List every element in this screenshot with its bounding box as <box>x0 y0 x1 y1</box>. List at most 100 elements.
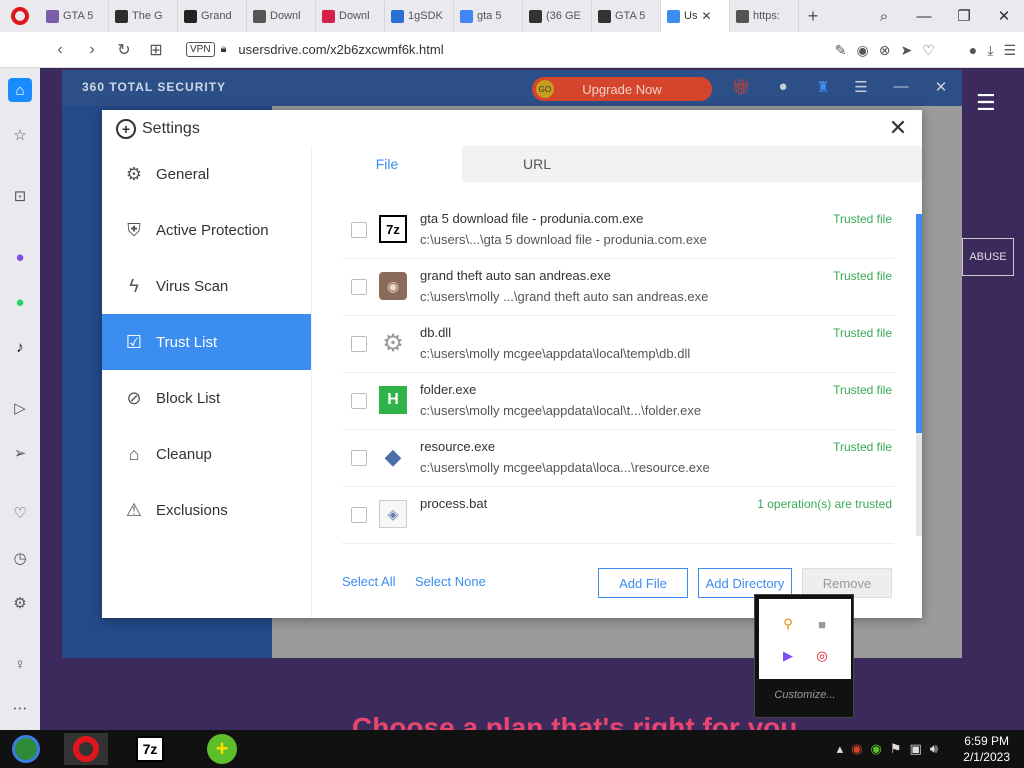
trusted-file-row[interactable]: ◆ resource.exe c:\users\molly mcgee\appdat… <box>342 430 894 487</box>
tab-url[interactable]: URL <box>462 146 612 182</box>
360-tray-icon[interactable]: ◉ <box>871 741 882 757</box>
opera-logo[interactable] <box>0 0 40 32</box>
volume-icon[interactable]: 🔊︎ <box>930 741 938 757</box>
menu-icon[interactable]: ☰ <box>1003 42 1016 59</box>
more-icon[interactable]: ⋯ <box>8 696 32 720</box>
select-all-link[interactable]: Select All <box>342 574 395 589</box>
browser-tab[interactable]: 1gSDK <box>385 0 454 32</box>
row-checkbox[interactable] <box>351 336 367 352</box>
download-icon[interactable]: ⤓ <box>987 42 993 59</box>
browser-tab[interactable]: Us ✕ <box>661 0 730 32</box>
new-tab-button[interactable]: + <box>799 6 827 27</box>
app-tray-icon[interactable]: ◉ <box>851 741 862 757</box>
avatar-icon[interactable]: ● <box>772 78 794 98</box>
row-checkbox[interactable] <box>351 279 367 295</box>
forward-icon[interactable]: › <box>76 32 108 68</box>
customize-link[interactable]: Customize... <box>755 689 855 701</box>
row-checkbox[interactable] <box>351 507 367 523</box>
media-player-icon[interactable]: ▶ <box>779 647 797 665</box>
home-icon[interactable]: ⌂ <box>8 78 32 102</box>
page-menu-icon[interactable]: ☰ <box>976 90 1006 115</box>
list-scrollbar[interactable] <box>916 214 922 536</box>
restore-icon[interactable]: ❐ <box>944 0 984 32</box>
trusted-file-row[interactable]: ⚙ db.dll c:\users\molly mcgee\appdata\loca… <box>342 316 894 373</box>
trusted-file-row[interactable]: ◉ grand theft auto san andreas.exe c:\user… <box>342 259 894 316</box>
tiktok-icon[interactable]: ♪ <box>8 335 32 359</box>
close-icon[interactable]: ✕ <box>984 0 1024 32</box>
speed-dial-icon[interactable]: ⊞ <box>140 32 172 68</box>
abuse-button[interactable]: ABUSE <box>962 238 1014 276</box>
flag-icon[interactable]: ⚑ <box>890 741 902 757</box>
row-checkbox[interactable] <box>351 450 367 466</box>
search-icon[interactable]: ⌕ <box>864 0 904 32</box>
opera-taskbar-button[interactable] <box>64 733 108 765</box>
close-icon[interactable]: ✕ <box>930 78 952 98</box>
row-checkbox[interactable] <box>351 222 367 238</box>
nav-item-cleanup[interactable]: ⌂ Cleanup <box>102 426 311 482</box>
trusted-file-row[interactable]: Hfolder.exe c:\users\molly mcgee\appdata\… <box>342 373 894 430</box>
trusted-file-row[interactable]: ◈ process.bat 1 operation(s) are trusted <box>342 487 894 544</box>
browser-tab[interactable]: Downl <box>316 0 385 32</box>
taskbar-clock[interactable]: 6:59 PM 2/1/2023 <box>963 733 1010 765</box>
scrollbar-thumb[interactable] <box>916 214 922 433</box>
nav-item-trust-list[interactable]: ☑ Trust List <box>102 314 311 370</box>
star-icon[interactable]: ☆ <box>8 123 32 147</box>
7zip-taskbar-button[interactable]: 7z <box>128 733 172 765</box>
messenger-icon[interactable]: ● <box>8 245 32 269</box>
tab-close-icon[interactable]: ✕ <box>701 9 711 23</box>
nav-item-active-protection[interactable]: ⛨ Active Protection <box>102 202 311 258</box>
send-icon[interactable]: ➤ <box>900 42 912 59</box>
chevron-up-icon[interactable]: ▴ <box>837 741 844 757</box>
browser-tab[interactable]: Grand <box>178 0 247 32</box>
file-name: grand theft auto san andreas.exe <box>420 268 611 283</box>
menu-icon[interactable]: ☰ <box>850 78 872 98</box>
reload-icon[interactable]: ↻ <box>108 32 140 68</box>
url-field[interactable]: usersdrive.com/x2b6zxcwmf6k.html <box>238 42 443 57</box>
360-taskbar-button[interactable]: + <box>200 733 244 765</box>
block-icon[interactable]: ⊗ <box>879 42 891 59</box>
nav-item-exclusions[interactable]: ⚠ Exclusions <box>102 482 311 538</box>
browser-tab[interactable]: gta 5 <box>454 0 523 32</box>
placeholder-tray-icon[interactable]: ■ <box>813 615 831 633</box>
tab-favicon-icon <box>184 9 197 23</box>
heart-icon[interactable]: ♡ <box>8 501 32 525</box>
add-file-button[interactable]: Add File <box>598 568 688 598</box>
player-icon[interactable]: ▷ <box>8 396 32 420</box>
whatsapp-icon[interactable]: ● <box>8 290 32 314</box>
nav-item-general[interactable]: ⚙ General <box>102 146 311 202</box>
search-tool-icon[interactable]: ⚲ <box>779 615 797 633</box>
send-icon[interactable]: ➢ <box>8 441 32 465</box>
file-path: c:\users\...\gta 5 download file - produ… <box>420 232 707 247</box>
nav-item-block-list[interactable]: ⊘ Block List <box>102 370 311 426</box>
nav-item-virus-scan[interactable]: ϟ Virus Scan <box>102 258 311 314</box>
tab-file[interactable]: File <box>312 146 462 182</box>
trusted-file-row[interactable]: 7z gta 5 download file - produnia.com.exe… <box>342 202 894 259</box>
browser-tab[interactable]: (36 GE <box>523 0 592 32</box>
browser-tab[interactable]: https: <box>730 0 799 32</box>
settings-icon[interactable]: ⚙ <box>8 591 32 615</box>
minimize-icon[interactable]: — <box>890 78 912 98</box>
minimize-icon[interactable]: — <box>904 0 944 32</box>
upgrade-now-button[interactable]: GO Upgrade Now <box>532 77 712 101</box>
shopping-bag-icon[interactable]: ⊡ <box>8 184 32 208</box>
back-icon[interactable]: ‹ <box>44 32 76 68</box>
edit-icon[interactable]: ✎ <box>835 42 847 59</box>
browser-tab[interactable]: GTA 5 <box>592 0 661 32</box>
browser-tab[interactable]: Downl <box>247 0 316 32</box>
select-none-link[interactable]: Select None <box>415 574 486 589</box>
heart-icon[interactable]: ♡ <box>922 42 935 59</box>
row-checkbox[interactable] <box>351 393 367 409</box>
browser-tab[interactable]: GTA 5 <box>40 0 109 32</box>
vpn-badge[interactable]: VPN <box>186 42 215 57</box>
network-icon[interactable]: ▣ <box>910 741 922 757</box>
history-icon[interactable]: ◷ <box>8 546 32 570</box>
opera-tray-icon[interactable]: ◎ <box>813 647 831 665</box>
dialog-close-icon[interactable]: ✕ <box>886 116 910 140</box>
profile-icon[interactable]: ● <box>969 42 977 58</box>
gift-icon[interactable]: 🎁︎ <box>730 78 752 98</box>
lightbulb-icon[interactable]: ♀ <box>8 652 32 676</box>
camera-icon[interactable]: ◉ <box>857 42 869 59</box>
shirt-icon[interactable]: ♜ <box>812 78 834 98</box>
browser-tab[interactable]: The G <box>109 0 178 32</box>
start-button[interactable] <box>4 733 48 765</box>
